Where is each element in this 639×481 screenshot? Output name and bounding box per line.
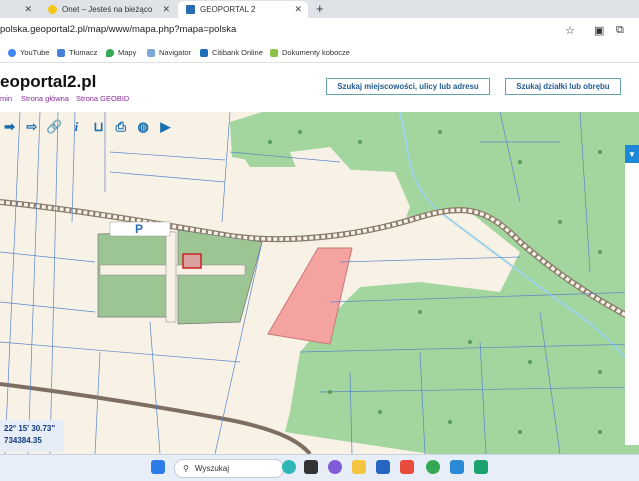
search-icon: ⚲ [183, 464, 189, 473]
bookmark-label: Citibank Online [212, 48, 263, 57]
coord-y: 734384.35 [4, 436, 42, 445]
site-title: eoportal2.pl [0, 72, 97, 91]
camera-icon[interactable]: ▶ [156, 117, 175, 137]
tab-onet[interactable]: Onet – Jesteś na bieżąco ✕ [40, 1, 176, 18]
file-explorer-icon[interactable] [352, 460, 366, 474]
link-admin[interactable]: min [0, 94, 12, 103]
tab-geoportal[interactable]: GEOPORTAL 2 ✕ [178, 1, 308, 18]
coord-lon: 22° 15' 30.73" [4, 424, 56, 433]
tab-label: GEOPORTAL 2 [200, 5, 256, 14]
print-icon[interactable]: ⎙ [111, 117, 130, 137]
store-icon[interactable] [376, 460, 390, 474]
tabs-icon[interactable]: ⧉ [616, 24, 624, 37]
bookmark-citibank[interactable]: Citibank Online [200, 48, 263, 57]
bookmark-label: Dokumenty kobocze [282, 48, 350, 57]
translate-icon [57, 48, 65, 57]
bookmark-label: Tłumacz [69, 48, 98, 57]
bookmarks-bar: YouTube Tłumacz Mapy Navigator Citibank … [0, 44, 639, 63]
page-header: eoportal2.pl min Strona główna Strona GE… [0, 63, 639, 112]
navigator-icon [147, 48, 155, 57]
google-icon [8, 48, 16, 57]
close-icon[interactable]: ✕ [162, 4, 170, 15]
app-icon[interactable] [400, 460, 414, 474]
chrome-icon[interactable] [426, 460, 440, 474]
side-panel [625, 145, 639, 445]
bookmark-youtube[interactable]: YouTube [8, 48, 49, 57]
app-icon-2[interactable] [474, 460, 488, 474]
onet-favicon-icon [48, 5, 57, 14]
docs-icon [270, 48, 278, 57]
maps-icon [106, 48, 114, 57]
geoportal-favicon-icon [186, 5, 195, 14]
close-icon[interactable]: ✕ [24, 4, 32, 15]
new-tab-button[interactable]: + [316, 1, 324, 16]
coordinate-readout: 22° 15' 30.73" 734384.35 [0, 420, 64, 452]
globe-icon[interactable]: ◍ [134, 117, 153, 137]
building-marker[interactable] [182, 253, 202, 269]
taskbar-search[interactable]: ⚲ Wyszukaj [174, 459, 284, 478]
windows-start-icon[interactable] [151, 460, 165, 474]
mail-icon[interactable] [450, 460, 464, 474]
tab-previous[interactable]: ✕ [0, 1, 38, 18]
bookmark-label: Mapy [118, 48, 137, 57]
pan-right-icon[interactable]: ➡ [0, 117, 19, 137]
tab-label: Onet – Jesteś na bieżąco [62, 5, 153, 14]
address-bar: polska.geoportal2.pl/map/www/mapa.php?ma… [0, 18, 639, 44]
search-place-button[interactable]: Szukaj miejscowości, ulicy lub adresu [326, 78, 490, 95]
map-toolbar: ➡ ⇨ 🔗 i ⊔ ⎙ ◍ ▶ [0, 112, 175, 142]
link-geobid[interactable]: Strona GEOBID [76, 94, 129, 103]
measure-icon[interactable]: ⊔ [89, 117, 108, 137]
bookmark-label: Navigator [159, 48, 192, 57]
search-plot-button[interactable]: Szukaj działki lub obrębu [505, 78, 621, 95]
close-icon[interactable]: ✕ [294, 4, 302, 15]
chat-icon[interactable] [328, 460, 342, 474]
bookmark-navigator[interactable]: Navigator [147, 48, 191, 57]
url-field[interactable]: polska.geoportal2.pl/map/www/mapa.php?ma… [0, 24, 236, 35]
link-home[interactable]: Strona główna [21, 94, 69, 103]
star-icon[interactable]: ☆ [565, 24, 575, 37]
bookmark-dokumenty[interactable]: Dokumenty kobocze [270, 48, 350, 57]
citibank-icon [200, 48, 208, 57]
map-view[interactable]: P [0, 112, 639, 454]
tab-bar: ✕ Onet – Jesteś na bieżąco ✕ GEOPORTAL 2… [0, 0, 639, 18]
parking-label: P [135, 222, 143, 236]
bookmark-mapy[interactable]: Mapy [106, 48, 136, 57]
side-panel-toggle-icon[interactable]: ▼ [625, 145, 639, 163]
bookmark-label: YouTube [20, 48, 50, 57]
map-canvas[interactable]: P [0, 112, 639, 454]
extension-icon[interactable]: ▣ [594, 24, 604, 37]
info-icon[interactable]: i [67, 117, 86, 137]
taskbar-search-placeholder: Wyszukaj [194, 464, 230, 473]
taskbar: ⚲ Wyszukaj [0, 454, 639, 481]
copilot-icon[interactable] [282, 460, 296, 474]
link-icon[interactable]: 🔗 [45, 117, 64, 137]
task-view-icon[interactable] [304, 460, 318, 474]
bookmark-tlumacz[interactable]: Tłumacz [57, 48, 97, 57]
arrow-right-icon[interactable]: ⇨ [22, 117, 41, 137]
